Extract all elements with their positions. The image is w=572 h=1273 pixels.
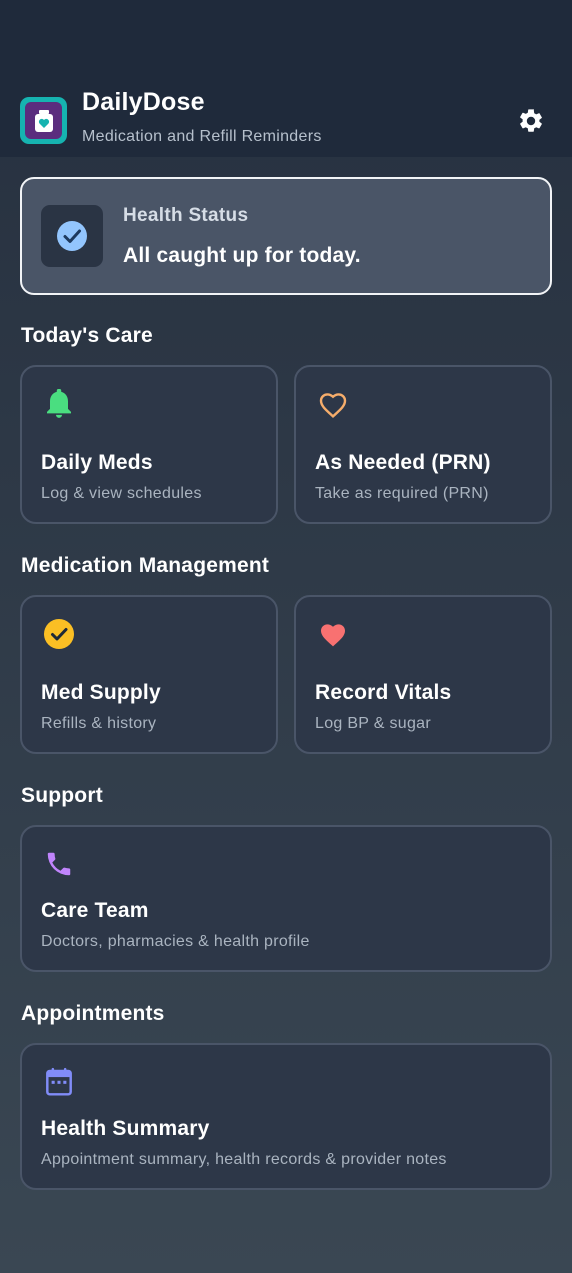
section-title-support: Support: [21, 784, 103, 807]
as-needed-card[interactable]: As Needed (PRN) Take as required (PRN): [294, 365, 552, 524]
med-supply-card[interactable]: Med Supply Refills & history: [20, 595, 278, 754]
check-circle-icon: [41, 205, 103, 267]
daily-meds-card[interactable]: Daily Meds Log & view schedules: [20, 365, 278, 524]
app-header: DailyDose Medication and Refill Reminder…: [0, 0, 572, 157]
app-subtitle: Medication and Refill Reminders: [82, 128, 322, 145]
record-vitals-title: Record Vitals: [315, 681, 452, 704]
health-summary-card[interactable]: Health Summary Appointment summary, heal…: [20, 1043, 552, 1190]
as-needed-subtitle: Take as required (PRN): [315, 485, 489, 502]
med-supply-subtitle: Refills & history: [41, 715, 157, 732]
record-vitals-subtitle: Log BP & sugar: [315, 715, 431, 732]
section-title-medication-management: Medication Management: [21, 554, 270, 577]
heart-outline-icon: [315, 386, 351, 422]
health-summary-title: Health Summary: [41, 1117, 210, 1140]
phone-icon: [41, 846, 77, 882]
daily-meds-title: Daily Meds: [41, 451, 153, 474]
as-needed-title: As Needed (PRN): [315, 451, 491, 474]
app-title: DailyDose: [82, 88, 205, 116]
care-team-title: Care Team: [41, 899, 149, 922]
care-team-subtitle: Doctors, pharmacies & health profile: [41, 933, 310, 950]
calendar-icon: [41, 1064, 77, 1100]
app-logo: [20, 97, 67, 144]
gear-icon[interactable]: [515, 105, 547, 137]
status-label: Health Status: [123, 205, 249, 226]
heart-icon: [315, 616, 351, 652]
care-team-card[interactable]: Care Team Doctors, pharmacies & health p…: [20, 825, 552, 972]
daily-meds-subtitle: Log & view schedules: [41, 485, 202, 502]
health-status-card: Health Status All caught up for today.: [20, 177, 552, 295]
section-title-appointments: Appointments: [21, 1002, 165, 1025]
record-vitals-card[interactable]: Record Vitals Log BP & sugar: [294, 595, 552, 754]
status-message: All caught up for today.: [123, 244, 361, 267]
med-supply-title: Med Supply: [41, 681, 161, 704]
check-circle-icon: [41, 616, 77, 652]
bell-icon: [41, 386, 77, 422]
health-summary-subtitle: Appointment summary, health records & pr…: [41, 1151, 447, 1168]
section-title-todays-care: Today's Care: [21, 324, 153, 347]
